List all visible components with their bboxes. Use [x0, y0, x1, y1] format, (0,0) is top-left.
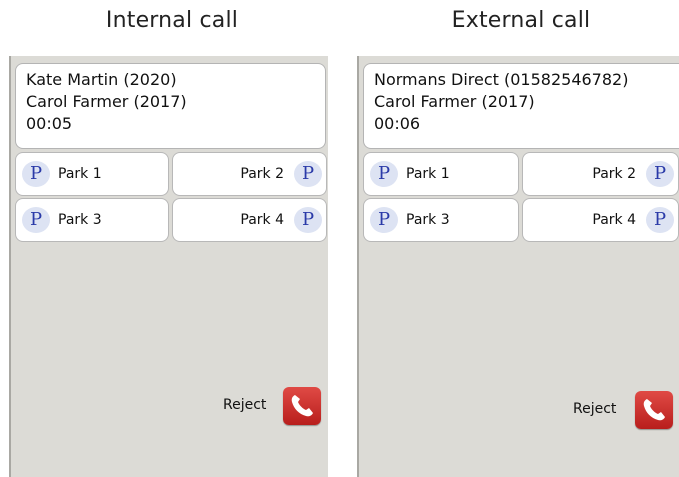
- park-1-button[interactable]: P Park 1: [15, 152, 169, 196]
- park-2-button[interactable]: Park 2 P: [522, 152, 679, 196]
- caller-name: Normans Direct (01582546782): [374, 70, 629, 89]
- park-1-button[interactable]: P Park 1: [363, 152, 519, 196]
- reject-button[interactable]: [283, 387, 321, 425]
- reject-label: Reject: [573, 401, 617, 417]
- call-info-box: Normans Direct (01582546782) Carol Farme…: [363, 63, 679, 149]
- park-icon: P: [22, 207, 50, 233]
- park-label: Park 1: [406, 166, 450, 182]
- call-duration: 00:05: [26, 114, 73, 133]
- park-4-button[interactable]: Park 4 P: [172, 198, 327, 242]
- callee-name: Carol Farmer (2017): [26, 92, 187, 111]
- park-label: Park 4: [592, 212, 636, 228]
- park-label: Park 2: [240, 166, 284, 182]
- park-3-button[interactable]: P Park 3: [363, 198, 519, 242]
- park-icon: P: [22, 161, 50, 187]
- call-info-box: Kate Martin (2020) Carol Farmer (2017) 0…: [15, 63, 326, 149]
- park-label: Park 2: [592, 166, 636, 182]
- park-3-button[interactable]: P Park 3: [15, 198, 169, 242]
- reject-button[interactable]: [635, 391, 673, 429]
- external-call-caption: External call: [451, 8, 591, 33]
- park-label: Park 1: [58, 166, 102, 182]
- park-label: Park 4: [240, 212, 284, 228]
- caller-name: Kate Martin (2020): [26, 70, 177, 89]
- phone-hangup-icon: [643, 399, 665, 421]
- internal-call-caption: Internal call: [105, 8, 239, 33]
- park-icon: P: [294, 207, 322, 233]
- callee-name: Carol Farmer (2017): [374, 92, 535, 111]
- external-call-panel: Normans Direct (01582546782) Carol Farme…: [357, 56, 679, 477]
- park-label: Park 3: [406, 212, 450, 228]
- call-duration: 00:06: [374, 114, 421, 133]
- park-4-button[interactable]: Park 4 P: [522, 198, 679, 242]
- reject-label: Reject: [223, 397, 267, 413]
- phone-hangup-icon: [291, 395, 313, 417]
- park-icon: P: [294, 161, 322, 187]
- park-icon: P: [646, 161, 674, 187]
- park-icon: P: [646, 207, 674, 233]
- park-label: Park 3: [58, 212, 102, 228]
- internal-call-panel: Kate Martin (2020) Carol Farmer (2017) 0…: [9, 56, 328, 477]
- park-icon: P: [370, 161, 398, 187]
- park-icon: P: [370, 207, 398, 233]
- park-2-button[interactable]: Park 2 P: [172, 152, 327, 196]
